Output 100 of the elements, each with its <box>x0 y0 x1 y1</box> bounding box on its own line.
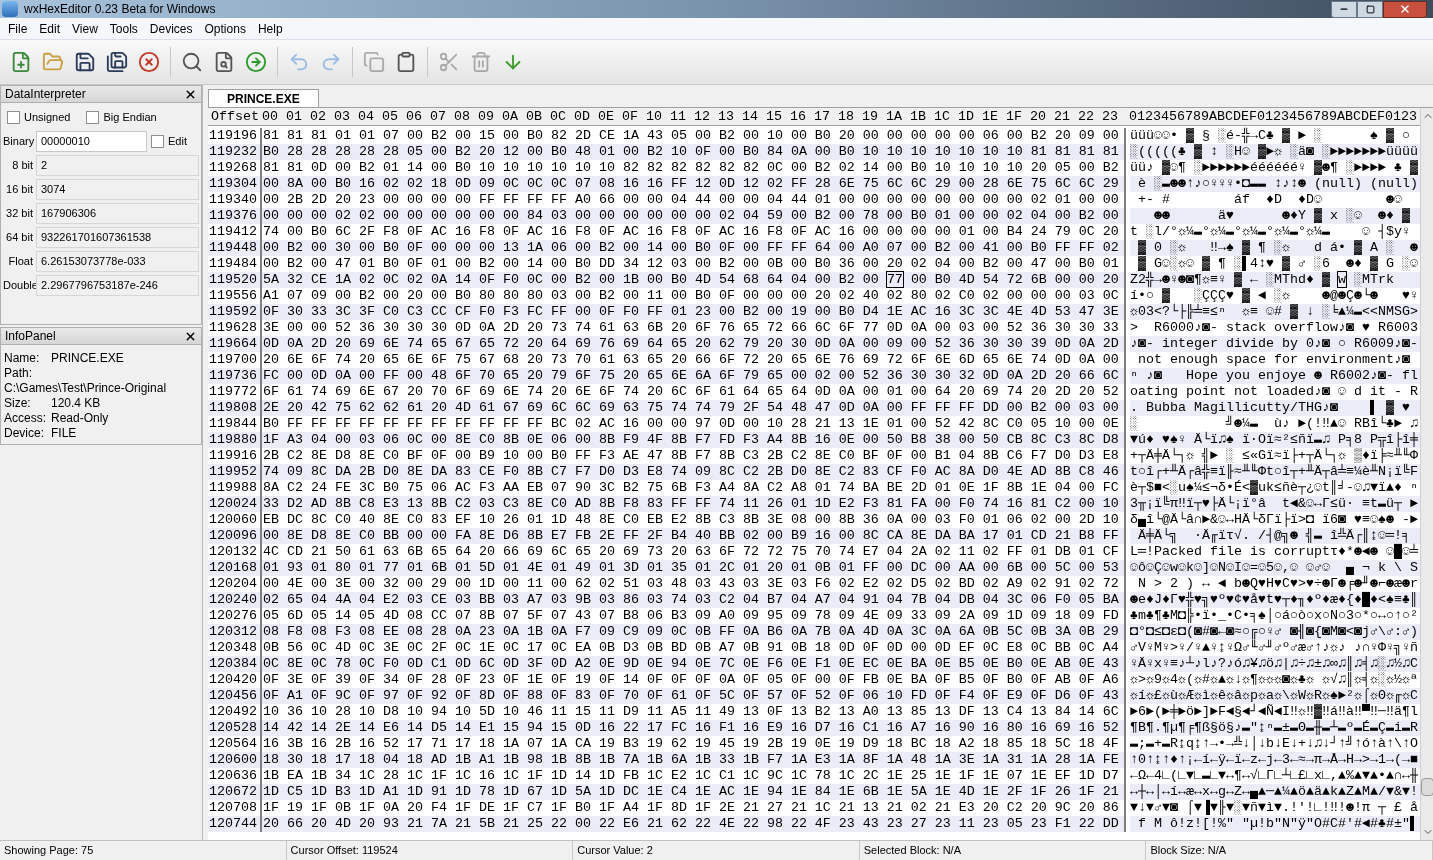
file-tab[interactable]: PRINCE.EXE <box>208 89 319 107</box>
offset-header: Offset <box>210 108 260 125</box>
menu-item[interactable]: File <box>2 19 34 38</box>
column-header: 10 <box>646 108 662 125</box>
maximize-button[interactable] <box>1357 0 1383 18</box>
offset-cell: 119232 <box>208 144 260 160</box>
offset-cell: 120312 <box>208 624 260 640</box>
hex-row: 1B EA 1B 34 1C 28 1C 1F 1C 16 1C 1F 1D 14 1D FB 1C E2 1C C1 1C 9C 1C 78 1C 2C 1E 25 1E 1F 1E 07 1E EF 1D D7 <box>263 768 1119 783</box>
hex-row: 02 65 04 4A 04 E2 03 CE 03 BB 03 A7 03 9B 03 86 03 74 03 C2 04 B7 04 A7 04 91 04 7B 04 DB 04 3C 06 F0 05 BA <box>263 592 1119 607</box>
menu-item[interactable]: Help <box>251 19 289 38</box>
scroll-thumb[interactable] <box>1421 778 1433 796</box>
hex-row: 00 B2 00 30 00 B0 0F 00 00 00 13 1A 06 00 B2 00 14 00 B0 0F 00 FF FF 64 00 A0 07 00 B2 00 41 00 B0 FF FF 02 <box>263 240 1119 255</box>
copy-icon <box>363 51 385 73</box>
hex-row: 0F A1 0F 9C 0F 97 0F 92 0F 8D 0F 88 0F 83 0F 70 0F 61 0F 5C 0F 57 0F 52 0F 06 10 FD 0F F4 0F E9 0F D6 0F 43 <box>263 688 1119 703</box>
ascii-row: L═!Packed file is corruptτ♦*☻◄☻ ☺█☺╧ <box>1130 544 1418 559</box>
value-field[interactable]: 2 <box>36 154 199 176</box>
column-header: 19 <box>862 108 878 125</box>
column-header: 09 <box>478 108 494 125</box>
checkbox[interactable] <box>7 110 20 124</box>
column-header: 1D <box>958 108 974 125</box>
ascii-row: ▬;▬+▬R↨q↨↑→•→╩↓│↓b↓E↓+↓♫↓┘↑╝↑ó↑à↑\↑O <box>1130 736 1418 751</box>
field-label: 16 bit <box>5 181 34 197</box>
hex-row: B0 FF FF FF FF FF FF FF FF FF FF FF BC 02 AC 16 00 00 97 0D 00 10 28 21 13 1E 01 00 52 42 8C C0 05 10 00 0E <box>263 416 1119 431</box>
checkbox-label: Big Endian <box>103 109 157 125</box>
value-field[interactable]: 2.2967796753187e-246 <box>36 274 199 296</box>
status-text: Cursor Offset: 119524 <box>286 841 574 860</box>
column-header: 18 <box>838 108 854 125</box>
clipboard-icon <box>395 51 417 73</box>
offset-cell: 120240 <box>208 592 260 608</box>
value-field[interactable]: 932261701607361538 <box>36 226 199 248</box>
column-header: 0F <box>622 108 638 125</box>
column-header: 1E <box>982 108 998 125</box>
ascii-row: ☼03<?└├╠╧≡≤ⁿ ☼≡ ☺# ▓ ↓ ░╘▲¼▬<<NMSG> <box>1130 304 1418 319</box>
ascii-row: üü♪ ▓☺¶ ░►►►►►►éééééé♀ ▓☻¶ ░►►►► ♣ ▓ <box>1130 160 1418 175</box>
column-header: 1C <box>934 108 950 125</box>
menu-item[interactable]: Edit <box>33 19 67 38</box>
offset-cell: 119880 <box>208 432 260 448</box>
menu-item[interactable]: View <box>66 19 104 38</box>
hex-row: 01 93 01 80 01 77 01 6B 01 5D 01 4E 01 49 01 3D 01 35 01 2C 01 20 01 0B 01 FF 00 DC 00 AA 00 6B 00 5C 00 53 <box>263 560 1119 575</box>
column-header: 04 <box>358 108 374 125</box>
minimize-button[interactable] <box>1331 0 1357 18</box>
scrollbar[interactable] <box>1420 108 1433 840</box>
hex-row: 5A 32 CE 1A 02 0C 02 0A 14 0F F0 0C 00 B2 00 1B 00 B0 4D 54 68 64 04 00 B2 00 <box>263 272 879 287</box>
info-value: PRINCE.EXE <box>51 351 124 366</box>
column-header: 01 <box>286 108 302 125</box>
info-label: Path: <box>4 366 34 381</box>
offset-cell: 120672 <box>208 784 260 800</box>
column-header: 1B <box>910 108 926 125</box>
ascii-row: t○î┌+╨Ä┌â╬≡ï╟≈╨╙Φt○î┬+╨Ä┬â╧≡¼è╨N¡ï╚F <box>1130 464 1418 479</box>
column-header: 11 <box>670 108 686 125</box>
ascii-row-text: Ä╪Ä└╗ ·Ä╓ïτ√. /┤@╗☻ ╣▬ î╩Ä┌║↨☺═!╕ <box>1138 528 1410 543</box>
column-header: 0C <box>550 108 566 125</box>
field-label: 32 bit <box>5 205 34 221</box>
hex-row: FC 00 0D 0A 00 FF 00 48 6F 70 65 20 79 6F 75 20 65 6E 6A 6F 79 65 00 02 00 52 36 30 30 32 0D 0A 2D 20 66 6C <box>263 368 1119 383</box>
ascii-row: +┬Ä╪Ä└┐☼ ╣► ░ ≤«Gï≈ï├+┬Ä└┐☼ ▒♦ï╞≈╨╙Φ <box>1130 448 1418 463</box>
value-field[interactable]: 167906306 <box>36 202 199 224</box>
offset-cell: 119376 <box>208 208 260 224</box>
binary-field[interactable]: 00000010 <box>36 130 147 152</box>
close-button[interactable] <box>1383 0 1427 18</box>
hex-row: 4C CD 21 50 61 63 6B 65 64 20 66 69 6C 65 20 69 73 20 63 6F 72 72 75 70 74 E7 04 2A 02 11 02 FF 01 DB 01 CF <box>263 544 1119 559</box>
cursor-char[interactable]: w <box>1337 272 1346 287</box>
offset-cell: 120600 <box>208 752 260 768</box>
hex-row: 00 B2 00 47 01 B0 0F 01 00 B2 00 14 00 B0 DD 34 12 03 00 B2 00 0B 00 B0 36 00 20 02 04 00 B2 00 47 00 B0 01 <box>263 256 1119 271</box>
status-text: Block Size: N/A <box>1146 841 1433 860</box>
offset-cell: 119304 <box>208 176 260 192</box>
hex-row: B0 28 28 28 28 28 05 00 B2 20 12 00 B0 48 01 00 B2 10 0F 00 B0 84 0A 00 B0 10 10 10 10 10 10 10 81 81 81 81 <box>263 144 1119 159</box>
column-header: 0A <box>502 108 518 125</box>
column-header: 12 <box>694 108 710 125</box>
close-icon <box>138 51 160 73</box>
ascii-row: ♀Ä♀x♀≡♪┴♪l♪?♪ó♫¥♫ö♫|♫÷♫±♫∞♫║♫╡♫░♫½♫C <box>1130 656 1418 671</box>
scissors-icon <box>438 51 460 73</box>
column-header: 07 <box>430 108 446 125</box>
column-header: 02 <box>310 108 326 125</box>
menu-item[interactable]: Devices <box>143 19 199 38</box>
offset-cell: 119808 <box>208 400 260 416</box>
checkbox[interactable] <box>151 134 164 148</box>
hex-row: A1 07 09 00 B2 00 20 00 B0 80 80 80 03 00 B2 00 11 00 B0 0F 00 00 00 20 02 40 02 80 02 C0 02 00 00 00 03 0C <box>263 288 1119 303</box>
column-header: 22 <box>1078 108 1094 125</box>
hex-row: 1F A3 04 00 03 06 0C 00 8E C0 8B 0E 06 00 8B F9 4F 8B F7 FD F3 A4 8B 16 0E 00 50 B8 38 00 50 CB 8C C3 8C D8 <box>263 432 1119 447</box>
hex-row: 00 2B 2D 20 23 00 00 00 00 FF FF FF FF A0 66 00 00 04 44 00 00 04 44 01 00 00 00 00 00 00 00 00 02 01 00 00 <box>263 192 1119 207</box>
hex-row: EB DC 8C C0 40 8E C0 83 EF 10 26 01 1D 48 8E C0 EB E2 8B C3 8B 3E 08 00 8B 36 0A 00 03 F0 01 06 02 00 2D 10 <box>263 512 1119 527</box>
value-field[interactable]: 6.26153073778e-033 <box>36 250 199 272</box>
column-header: 21 <box>1054 108 1070 125</box>
column-header: 13 <box>718 108 734 125</box>
ascii-row: è┬$■<░u♠¼≤¬δ•É<▓uk≤ñè┬¿☺t║╛-☺♫▼ï▲♦ ⁿ <box>1130 480 1418 495</box>
cursor-byte[interactable]: 77 <box>886 272 903 287</box>
offset-cell: 119736 <box>208 368 260 384</box>
ascii-row: ♪◙- integer divide by 0♪◙ ○ R6009♪◙- <box>1130 336 1418 351</box>
menu-item[interactable]: Options <box>198 19 252 38</box>
hex-row: 20 6E 6F 74 20 65 6E 6F 75 67 68 20 73 70 61 63 65 20 66 6F 72 20 65 6E 76 69 72 6F 6E 6D 65 6E 74 0D 0A 00 <box>263 352 1119 367</box>
value-field[interactable]: 3074 <box>36 178 199 200</box>
ascii-row: ⁿ ♪◙ Hope you enjoye ☻ R6002♪◙- fl <box>1130 368 1418 383</box>
offset-cell: 120528 <box>208 720 260 736</box>
ascii-row-text: +- # áf ♦D ♦D☺ ☻☺ <box>1137 192 1403 207</box>
hex-row: 0B 56 0C 4D 0C 3E 0C 2F 0C 1E 0C 17 0C EA 0B D3 0B BD 0B A7 0B 91 0B 18 0D 0F 0D 00 0D EF 0C E8 0C BB 0C A4 <box>263 640 1119 655</box>
ascii-row: ¶B¶.¶µ¶╒¶ß§ö§♪▬"↨ⁿ▬±▬Θ▬╫▬┴▬º▬É▬Ç▬i▬R <box>1130 720 1418 735</box>
panel-title: InfoPanel <box>5 328 56 345</box>
ascii-row: ♣m♣¶♣M◘╠•ï•_•C•╕♠│○á○ò○x○N○3○*○↔○↑○² <box>1130 608 1418 623</box>
menu-item[interactable]: Tools <box>103 19 144 38</box>
checkbox[interactable] <box>86 110 100 124</box>
